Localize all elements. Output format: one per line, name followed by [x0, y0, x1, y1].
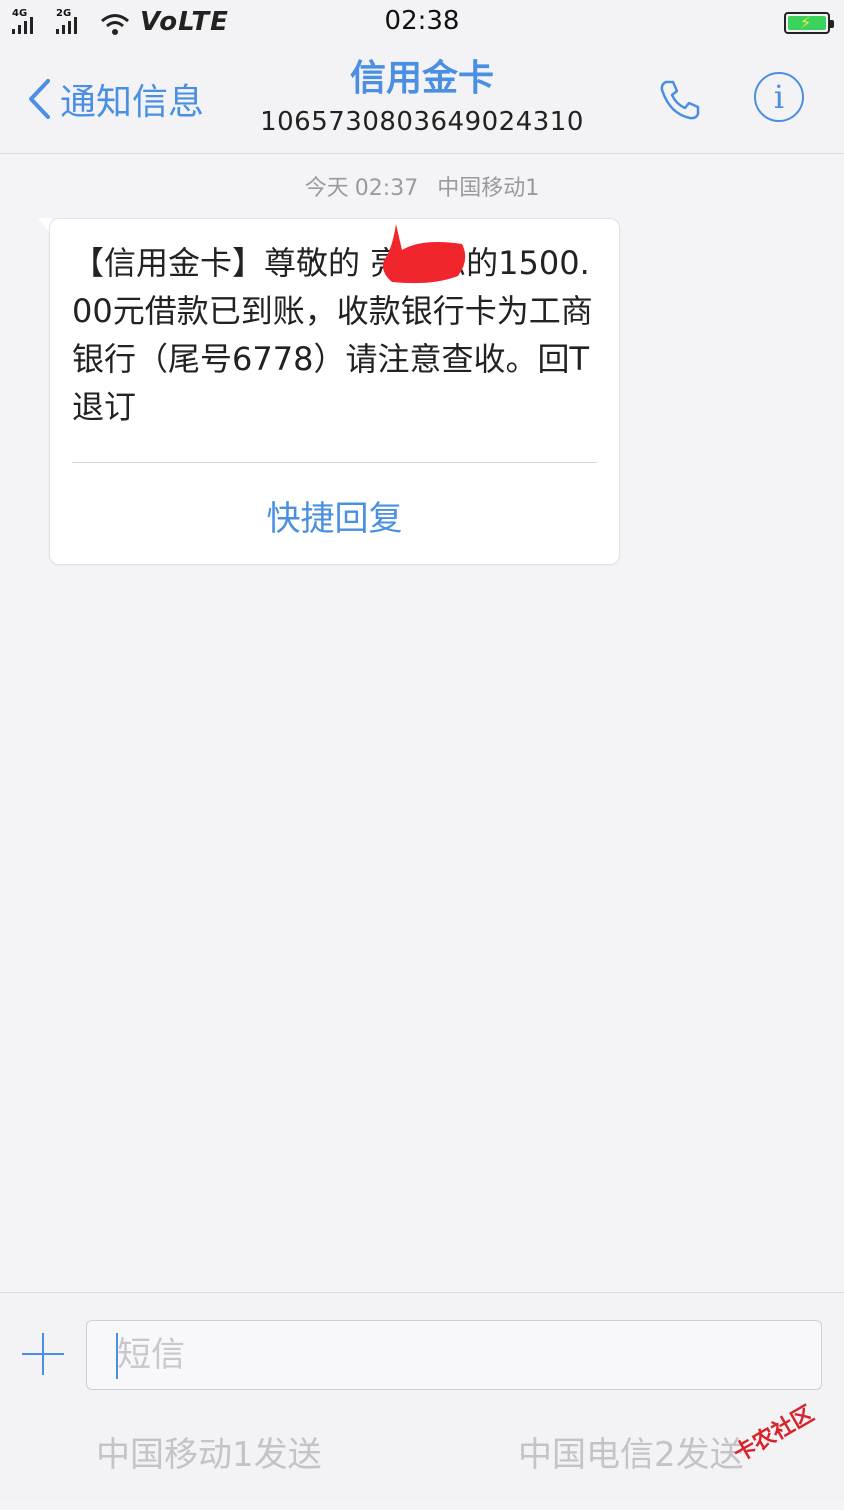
message-bubble[interactable]: 【信用金卡】尊敬的 亮，您的1500.00元借款已到账，收款银行卡为工商银行（尾…	[49, 218, 620, 565]
bubble-divider	[72, 462, 597, 463]
plus-icon[interactable]	[22, 1333, 64, 1375]
sms-input[interactable]	[86, 1320, 822, 1390]
message-time: 02:37	[354, 176, 419, 201]
message-carrier: 中国移动1	[437, 176, 540, 201]
composer-bar: 中国移动1发送 中国电信2发送	[0, 1292, 844, 1500]
contact-number: 1065730803649024310	[260, 107, 584, 137]
quick-reply-button[interactable]: 快捷回复	[50, 491, 619, 540]
text-cursor	[116, 1333, 118, 1379]
redaction-scribble	[383, 224, 466, 284]
conversation-header: 通知信息 信用金卡 1065730803649024310 i	[0, 48, 844, 154]
message-timestamp: 今天 02:37 中国移动1	[0, 170, 844, 202]
contact-header: 信用金卡 1065730803649024310	[220, 56, 624, 142]
chevron-left-icon	[29, 79, 50, 119]
back-label: 通知信息	[60, 82, 205, 123]
status-time: 02:38	[384, 6, 460, 36]
phone-icon[interactable]	[656, 76, 704, 124]
info-icon[interactable]: i	[754, 72, 804, 122]
message-body: 【信用金卡】尊敬的 亮，您的1500.00元借款已到账，收款银行卡为工商银行（尾…	[72, 244, 593, 426]
status-bar: 4G 2G VoLTE 02:38 ⚡	[0, 0, 844, 48]
back-button[interactable]: 通知信息	[26, 74, 204, 124]
message-day: 今天	[304, 176, 349, 201]
battery-icon: ⚡	[784, 12, 834, 34]
send-sim1-button[interactable]: 中国移动1发送	[96, 1427, 322, 1476]
contact-name: 信用金卡	[349, 58, 494, 99]
send-sim2-button[interactable]: 中国电信2发送	[518, 1427, 744, 1476]
